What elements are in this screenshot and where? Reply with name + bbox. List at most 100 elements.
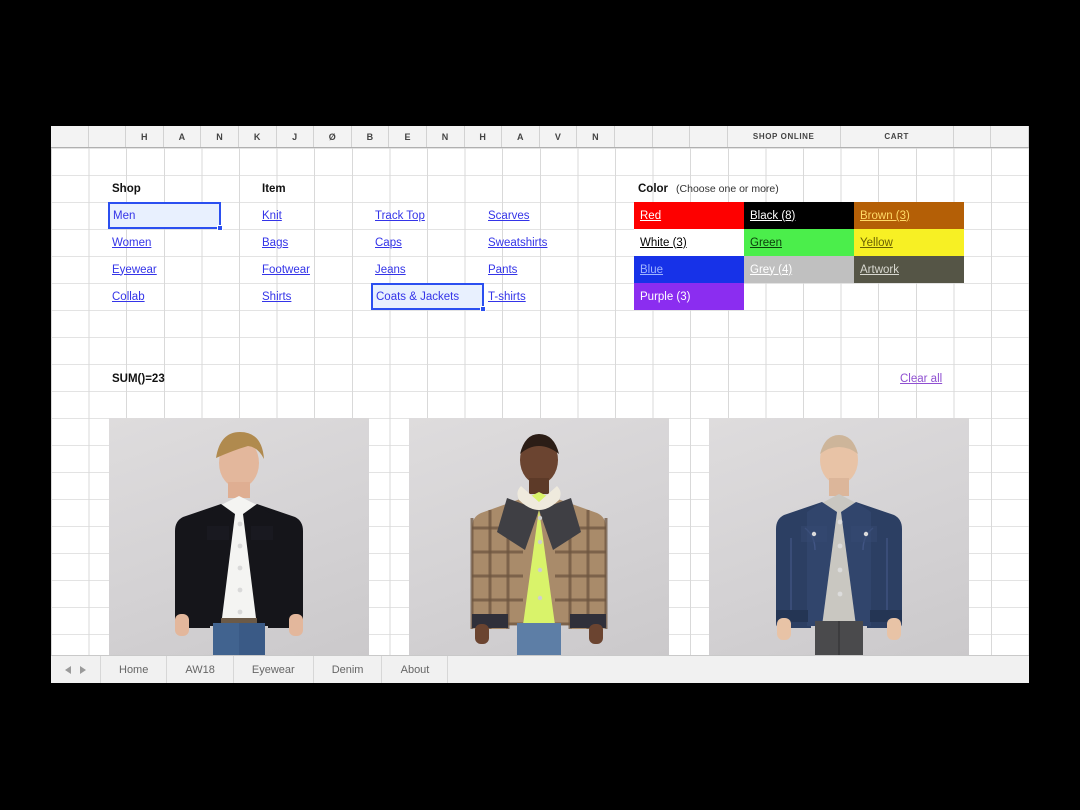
column-header-cell-a2[interactable]: A [502, 126, 540, 147]
fill-handle[interactable] [480, 306, 486, 312]
item-jeans[interactable]: Jeans [371, 256, 484, 283]
color-swatch-red[interactable]: Red [634, 202, 744, 229]
item-knit[interactable]: Knit [258, 202, 371, 229]
color-swatch-blue[interactable]: Blue [634, 256, 744, 283]
next-sheet-arrow-icon[interactable] [80, 665, 86, 674]
shop-item-eyewear[interactable]: Eyewear [108, 256, 221, 283]
sheet-tab-denim[interactable]: Denim [314, 656, 383, 683]
clear-all-link[interactable]: Clear all [896, 365, 1009, 392]
shop-item-label[interactable]: Eyewear [112, 264, 157, 276]
column-header-cell-h2[interactable]: H [465, 126, 503, 147]
column-header-cell-a[interactable]: A [164, 126, 202, 147]
sheet-tab-home[interactable]: Home [101, 656, 168, 683]
color-hint: (Choose one or more) [676, 182, 779, 195]
column-header-row: H A N K J Ø B E N H A V N SHOP ONLINE CA… [51, 126, 1029, 148]
shop-item-men[interactable]: Men [108, 202, 223, 231]
model-illustration-2 [470, 434, 608, 655]
color-swatch-grey-4[interactable]: Grey (4) [744, 256, 854, 283]
column-header-cell[interactable] [954, 126, 992, 147]
column-header-cell-e[interactable]: E [389, 126, 427, 147]
item-label[interactable]: Bags [262, 237, 288, 249]
sheet-tabs: Home AW18 Eyewear Denim About [101, 656, 449, 683]
color-swatch-yellow[interactable]: Yellow [854, 229, 964, 256]
shop-item-label: Men [113, 209, 136, 222]
column-header-cell-j[interactable]: J [277, 126, 315, 147]
item-label: Coats & Jackets [376, 290, 460, 303]
column-header-cell-v[interactable]: V [540, 126, 578, 147]
column-header-cell[interactable] [51, 126, 89, 147]
item-pants[interactable]: Pants [484, 256, 597, 283]
item-label[interactable]: Footwear [262, 264, 310, 276]
shop-item-collab[interactable]: Collab [108, 283, 221, 310]
item-caps[interactable]: Caps [371, 229, 484, 256]
color-swatch-label: Grey (4) [750, 263, 793, 276]
column-header-cell-o[interactable]: Ø [314, 126, 352, 147]
color-swatch-purple-3[interactable]: Purple (3) [634, 283, 744, 310]
model-illustration-3 [776, 435, 902, 655]
shop-item-women[interactable]: Women [108, 229, 221, 256]
item-label[interactable]: Sweatshirts [488, 237, 547, 249]
sheet-tab-about[interactable]: About [382, 656, 449, 683]
column-header-cell-n3[interactable]: N [577, 126, 615, 147]
color-swatch-black-8[interactable]: Black (8) [744, 202, 854, 229]
spreadsheet-grid[interactable]: H A N K J Ø B E N H A V N SHOP ONLINE CA… [51, 126, 1029, 655]
shop-item-label[interactable]: Collab [112, 291, 145, 303]
color-swatch-brown-3[interactable]: Brown (3) [854, 202, 964, 229]
color-swatch-label: White (3) [640, 236, 687, 249]
fill-handle[interactable] [217, 225, 223, 231]
column-header-shop-online[interactable]: SHOP ONLINE [728, 126, 841, 147]
item-shirts[interactable]: Shirts [258, 283, 371, 310]
product-photo-1[interactable] [109, 418, 369, 655]
column-header-cell[interactable] [991, 126, 1029, 147]
clear-all-label[interactable]: Clear all [900, 373, 942, 385]
column-header-cell[interactable] [690, 126, 728, 147]
column-header-cell[interactable] [615, 126, 653, 147]
column-header-cell-h[interactable]: H [126, 126, 164, 147]
color-swatch-label: Red [640, 209, 662, 222]
sum-formula[interactable]: SUM()=23 [108, 365, 221, 392]
color-swatch-label: Brown (3) [860, 209, 910, 222]
item-label[interactable]: Scarves [488, 210, 530, 222]
item-track-top[interactable]: Track Top [371, 202, 484, 229]
color-swatch-artwork[interactable]: Artwork [854, 256, 964, 283]
previous-sheet-arrow-icon[interactable] [65, 665, 71, 674]
column-header-cell-b[interactable]: B [352, 126, 390, 147]
sheet-tab-eyewear[interactable]: Eyewear [234, 656, 314, 683]
item-label[interactable]: Shirts [262, 291, 291, 303]
column-header-cart[interactable]: CART [841, 126, 954, 147]
shop-heading: Shop [112, 182, 141, 195]
item-label[interactable]: Knit [262, 210, 282, 222]
item-scarves[interactable]: Scarves [484, 202, 597, 229]
product-photo-2[interactable] [409, 418, 669, 655]
item-coats-and-jackets[interactable]: Coats & Jackets [371, 283, 486, 312]
color-heading-row: Color (Choose one or more) [634, 175, 894, 202]
column-header-cell-n[interactable]: N [201, 126, 239, 147]
item-footwear[interactable]: Footwear [258, 256, 371, 283]
column-header-cell[interactable] [89, 126, 127, 147]
color-swatch-label: Black (8) [750, 209, 796, 222]
item-label[interactable]: T-shirts [488, 291, 526, 303]
shop-item-label[interactable]: Women [112, 237, 151, 249]
column-header-cell-n2[interactable]: N [427, 126, 465, 147]
color-swatch-label: Blue [640, 263, 664, 276]
column-header-cell[interactable] [653, 126, 691, 147]
color-swatch-label: Artwork [860, 263, 899, 276]
item-label[interactable]: Track Top [375, 210, 425, 222]
color-swatch-green[interactable]: Green [744, 229, 854, 256]
item-label[interactable]: Jeans [375, 264, 406, 276]
item-tshirts[interactable]: T-shirts [484, 283, 597, 310]
item-bags[interactable]: Bags [258, 229, 371, 256]
sheet-tab-bar: Home AW18 Eyewear Denim About [51, 655, 1029, 683]
color-swatch-white-3[interactable]: White (3) [634, 229, 744, 256]
sheet-tab-aw18[interactable]: AW18 [167, 656, 234, 683]
spreadsheet-app: H A N K J Ø B E N H A V N SHOP ONLINE CA… [51, 126, 1029, 683]
item-label[interactable]: Pants [488, 264, 517, 276]
color-swatch-label: Purple (3) [640, 290, 691, 303]
column-header-cell-k[interactable]: K [239, 126, 277, 147]
color-swatch-label: Yellow [860, 236, 893, 249]
item-label[interactable]: Caps [375, 237, 402, 249]
product-photo-3[interactable] [709, 418, 969, 655]
item-heading: Item [262, 182, 286, 195]
sheet-nav-arrows [51, 656, 101, 683]
item-sweatshirts[interactable]: Sweatshirts [484, 229, 597, 256]
